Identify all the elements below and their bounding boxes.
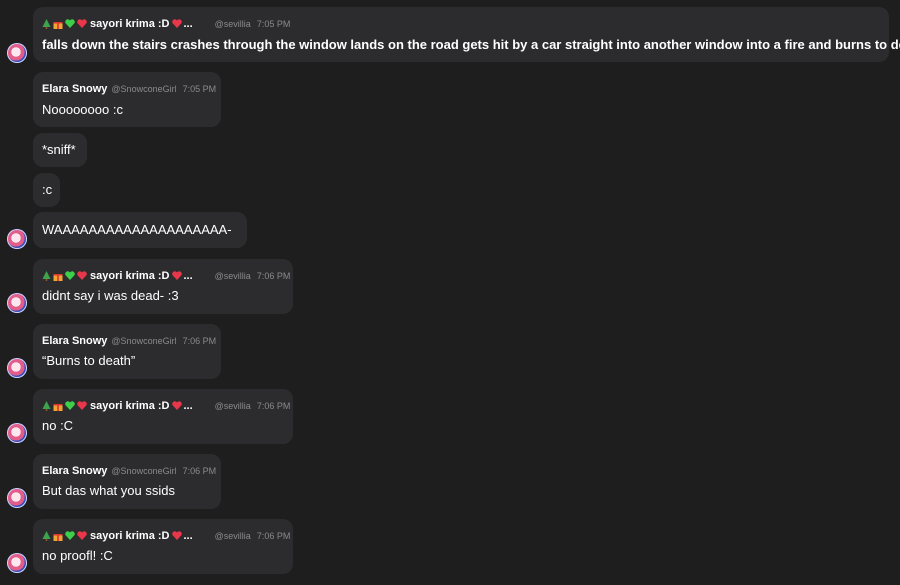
name-truncation: ... bbox=[183, 529, 193, 542]
author-name[interactable]: Elara Snowy bbox=[42, 83, 107, 95]
message-header: sayori krima :D ... @sevillia 7:05 PM bbox=[42, 17, 290, 30]
green-heart-icon bbox=[65, 401, 75, 410]
author-name[interactable]: sayori krima :D bbox=[90, 270, 169, 282]
message-header: sayori krima :D ... @sevillia 7:06 PM bbox=[42, 529, 290, 542]
message-bubble[interactable]: *sniff* bbox=[33, 133, 87, 167]
author-name[interactable]: sayori krima :D bbox=[90, 18, 169, 30]
name-emoji-group bbox=[42, 18, 87, 29]
message-bubble[interactable]: WAAAAAAAAAAAAAAAAAAAA- bbox=[33, 212, 247, 248]
message-text: falls down the stairs crashes through th… bbox=[42, 37, 900, 52]
gift-icon bbox=[53, 21, 63, 29]
message-text: Noooooooo :c bbox=[42, 102, 123, 117]
author-name[interactable]: sayori krima :D bbox=[90, 530, 169, 542]
message-text: :c bbox=[42, 182, 53, 197]
message-header: Elara Snowy @SnowconeGirl 7:06 PM bbox=[42, 464, 216, 477]
message-bubble[interactable]: sayori krima :D ... @sevillia 7:06 PM no… bbox=[33, 389, 293, 444]
message-bubble[interactable]: sayori krima :D ... @sevillia 7:06 PM di… bbox=[33, 259, 293, 314]
christmas-tree-icon bbox=[42, 400, 51, 411]
red-heart-icon bbox=[172, 531, 183, 540]
timestamp: 7:06 PM bbox=[182, 465, 217, 476]
timestamp: 7:06 PM bbox=[256, 400, 291, 411]
message-text: no :C bbox=[42, 418, 74, 433]
avatar[interactable] bbox=[7, 229, 27, 249]
name-emoji-group bbox=[42, 530, 87, 541]
author-name[interactable]: sayori krima :D bbox=[90, 400, 169, 412]
avatar[interactable] bbox=[7, 553, 27, 573]
christmas-tree-icon bbox=[42, 530, 51, 541]
timestamp: 7:05 PM bbox=[256, 18, 291, 29]
message-text: *sniff* bbox=[42, 142, 76, 157]
message-text: “Burns to death” bbox=[42, 353, 136, 368]
red-heart-icon bbox=[77, 401, 87, 410]
author-handle[interactable]: @SnowconeGirl bbox=[111, 336, 176, 346]
message-text: WAAAAAAAAAAAAAAAAAAAA- bbox=[42, 222, 232, 237]
message-text: no proofl! :C bbox=[42, 548, 113, 563]
message-header: Elara Snowy @SnowconeGirl 7:06 PM bbox=[42, 334, 216, 347]
red-heart-icon bbox=[77, 531, 87, 540]
red-heart-icon bbox=[172, 401, 183, 410]
green-heart-icon bbox=[65, 19, 75, 28]
gift-icon bbox=[53, 273, 63, 281]
author-handle[interactable]: @sevillia bbox=[215, 19, 251, 29]
message-header: Elara Snowy @SnowconeGirl 7:05 PM bbox=[42, 82, 216, 95]
green-heart-icon bbox=[65, 271, 75, 280]
message-text: But das what you ssids bbox=[42, 483, 175, 498]
christmas-tree-icon bbox=[42, 270, 51, 281]
message-bubble[interactable]: sayori krima :D ... @sevillia 7:06 PM no… bbox=[33, 519, 293, 574]
message-header: sayori krima :D ... @sevillia 7:06 PM bbox=[42, 269, 290, 282]
green-heart-icon bbox=[65, 531, 75, 540]
red-heart-icon bbox=[172, 19, 183, 28]
timestamp: 7:06 PM bbox=[182, 335, 217, 346]
author-handle[interactable]: @sevillia bbox=[215, 531, 251, 541]
christmas-tree-icon bbox=[42, 18, 51, 29]
timestamp: 7:06 PM bbox=[256, 530, 291, 541]
avatar[interactable] bbox=[7, 423, 27, 443]
message-bubble[interactable]: Elara Snowy @SnowconeGirl 7:05 PM Nooooo… bbox=[33, 72, 221, 127]
avatar[interactable] bbox=[7, 293, 27, 313]
avatar[interactable] bbox=[7, 358, 27, 378]
red-heart-icon bbox=[172, 271, 183, 280]
message-bubble[interactable]: Elara Snowy @SnowconeGirl 7:06 PM “Burns… bbox=[33, 324, 221, 379]
name-truncation: ... bbox=[183, 399, 193, 412]
name-emoji-group bbox=[42, 270, 87, 281]
message-header: sayori krima :D ... @sevillia 7:06 PM bbox=[42, 399, 290, 412]
timestamp: 7:05 PM bbox=[182, 83, 217, 94]
message-bubble[interactable]: Elara Snowy @SnowconeGirl 7:06 PM But da… bbox=[33, 454, 221, 509]
red-heart-icon bbox=[77, 271, 87, 280]
author-handle[interactable]: @SnowconeGirl bbox=[111, 84, 176, 94]
timestamp: 7:06 PM bbox=[256, 270, 291, 281]
author-name[interactable]: Elara Snowy bbox=[42, 465, 107, 477]
message-text: didnt say i was dead- :3 bbox=[42, 288, 179, 303]
avatar[interactable] bbox=[7, 488, 27, 508]
avatar[interactable] bbox=[7, 43, 27, 63]
red-heart-icon bbox=[77, 19, 87, 28]
author-handle[interactable]: @SnowconeGirl bbox=[111, 466, 176, 476]
author-handle[interactable]: @sevillia bbox=[215, 401, 251, 411]
message-bubble[interactable]: sayori krima :D ... @sevillia 7:05 PM fa… bbox=[33, 7, 900, 62]
gift-icon bbox=[53, 533, 63, 541]
message-bubble[interactable]: :c bbox=[33, 173, 60, 207]
name-truncation: ... bbox=[183, 17, 193, 30]
author-handle[interactable]: @sevillia bbox=[215, 271, 251, 281]
name-emoji-group bbox=[42, 400, 87, 411]
name-truncation: ... bbox=[183, 269, 193, 282]
author-name[interactable]: Elara Snowy bbox=[42, 335, 107, 347]
gift-icon bbox=[53, 403, 63, 411]
